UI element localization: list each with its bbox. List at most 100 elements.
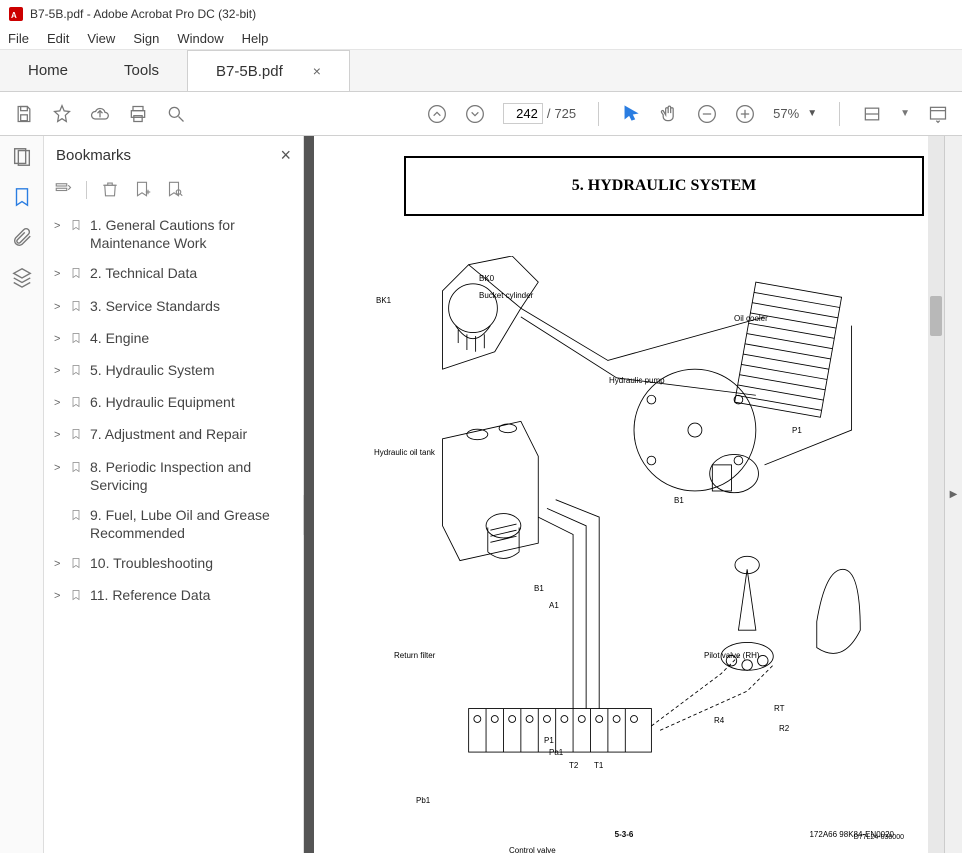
bookmark-label: 4. Engine [90,329,149,347]
chevron-right-icon[interactable]: > [54,393,64,410]
chevron-right-icon[interactable]: > [54,458,64,475]
bookmark-label: 11. Reference Data [90,586,210,604]
bookmark-icon [70,361,84,381]
bookmark-label: 6. Hydraulic Equipment [90,393,235,411]
document-area[interactable]: 5. HYDRAULIC SYSTEM [304,136,944,853]
label-control-valve: Control valve [509,846,556,853]
page-number-input[interactable] [503,103,543,124]
zoom-in-icon[interactable] [735,104,755,124]
right-panel-toggle[interactable]: ▶ [944,136,962,853]
bookmark-item[interactable]: >2. Technical Data [52,258,295,290]
label-bk1: BK1 [376,296,391,305]
cloud-upload-icon[interactable] [90,104,110,124]
scrollbar-thumb[interactable] [930,296,942,336]
svg-text:A: A [11,11,17,20]
bookmark-item[interactable]: >11. Reference Data [52,580,295,612]
pdf-icon: A [8,6,24,22]
menu-file[interactable]: File [8,31,29,46]
label-t2: T2 [569,761,578,770]
label-p1: P1 [544,736,554,745]
menu-edit[interactable]: Edit [47,31,69,46]
tab-close-icon[interactable]: × [313,63,321,79]
vertical-scrollbar[interactable] [928,136,944,853]
chevron-right-icon[interactable]: > [54,586,64,603]
star-icon[interactable] [52,104,72,124]
find-bookmark-icon[interactable] [165,180,183,201]
chevron-right-icon[interactable]: > [54,264,64,281]
bookmark-item[interactable]: >4. Engine [52,323,295,355]
chevron-right-icon[interactable]: > [54,329,64,346]
chevron-right-icon[interactable]: > [54,425,64,442]
bookmark-item[interactable]: >10. Troubleshooting [52,548,295,580]
print-icon[interactable] [128,104,148,124]
chevron-right-icon[interactable]: > [54,297,64,314]
bookmark-icon [70,297,84,317]
label-oil-cooler: Oil cooler [734,314,768,323]
label-b1-lower: B1 [534,584,544,593]
bookmark-icon [70,393,84,413]
chevron-right-icon[interactable]: > [54,216,64,233]
chevron-down-icon-2[interactable]: ▼ [900,108,910,119]
label-rt: RT [774,704,785,713]
bookmark-label: 3. Service Standards [90,297,220,315]
menu-view[interactable]: View [87,31,115,46]
menu-help[interactable]: Help [242,31,269,46]
tab-file-label: B7-5B.pdf [216,63,283,80]
bookmark-item[interactable]: >7. Adjustment and Repair [52,419,295,451]
page-footer-right: 172A66 98K84-EN0020 [809,830,894,839]
label-b1: B1 [674,496,684,505]
hydraulic-diagram: BK1 BK0 Bucket cylinder Oil cooler Hydra… [354,256,914,813]
label-bk0: BK0 [479,274,494,283]
main-toolbar: / 725 57% ▼ ▼ [0,92,962,136]
hand-icon[interactable] [659,104,679,124]
bookmark-item[interactable]: >9. Fuel, Lube Oil and Grease Recommende… [52,500,295,548]
pointer-icon[interactable] [621,104,641,124]
tab-file[interactable]: B7-5B.pdf × [187,50,350,91]
tab-home-label: Home [28,62,68,79]
page-up-icon[interactable] [427,104,447,124]
bookmark-item[interactable]: >5. Hydraulic System [52,355,295,387]
delete-bookmark-icon[interactable] [101,180,119,201]
read-mode-icon[interactable] [928,104,948,124]
label-hydraulic-pump: Hydraulic pump [609,376,665,385]
menu-window[interactable]: Window [177,31,223,46]
panel-toolbar-divider [86,181,87,199]
bookmark-item[interactable]: >6. Hydraulic Equipment [52,387,295,419]
zoom-dropdown[interactable]: 57% ▼ [773,106,817,121]
fit-width-icon[interactable] [862,104,882,124]
page-total: 725 [554,106,576,121]
bookmark-icon [70,506,84,526]
menu-sign[interactable]: Sign [133,31,159,46]
bookmark-item[interactable]: >1. General Cautions for Maintenance Wor… [52,210,295,258]
thumbnails-icon[interactable] [11,146,33,168]
bookmark-label: 5. Hydraulic System [90,361,214,379]
bookmarks-list[interactable]: >1. General Cautions for Maintenance Wor… [44,206,303,853]
bookmarks-icon[interactable] [11,186,33,208]
bookmark-icon [70,425,84,445]
attachments-icon[interactable] [11,226,33,248]
label-a1: A1 [549,601,559,610]
bookmark-icon [70,329,84,349]
panel-close-icon[interactable]: × [280,145,291,166]
chevron-right-icon[interactable]: > [54,361,64,378]
panel-options-icon[interactable] [54,180,72,201]
find-icon[interactable] [166,104,186,124]
add-bookmark-icon[interactable] [133,180,151,201]
bookmark-item[interactable]: >8. Periodic Inspection and Servicing [52,452,295,500]
label-pilot-valve: Pilot valve (RH) [704,651,760,660]
layers-icon[interactable] [11,266,33,288]
save-icon[interactable] [14,104,34,124]
page-down-icon[interactable] [465,104,485,124]
label-return-filter: Return filter [394,651,435,660]
tab-home[interactable]: Home [0,50,96,91]
zoom-out-icon[interactable] [697,104,717,124]
toolbar-divider-2 [839,102,840,126]
label-hydraulic-oil-tank: Hydraulic oil tank [374,448,435,457]
page-heading-box: 5. HYDRAULIC SYSTEM [404,156,924,216]
bookmark-item[interactable]: >3. Service Standards [52,291,295,323]
chevron-right-icon[interactable]: > [54,554,64,571]
window-titlebar: A B7-5B.pdf - Adobe Acrobat Pro DC (32-b… [0,0,962,28]
label-r2: R2 [779,724,789,733]
panel-toolbar [44,174,303,206]
tab-tools[interactable]: Tools [96,50,187,91]
